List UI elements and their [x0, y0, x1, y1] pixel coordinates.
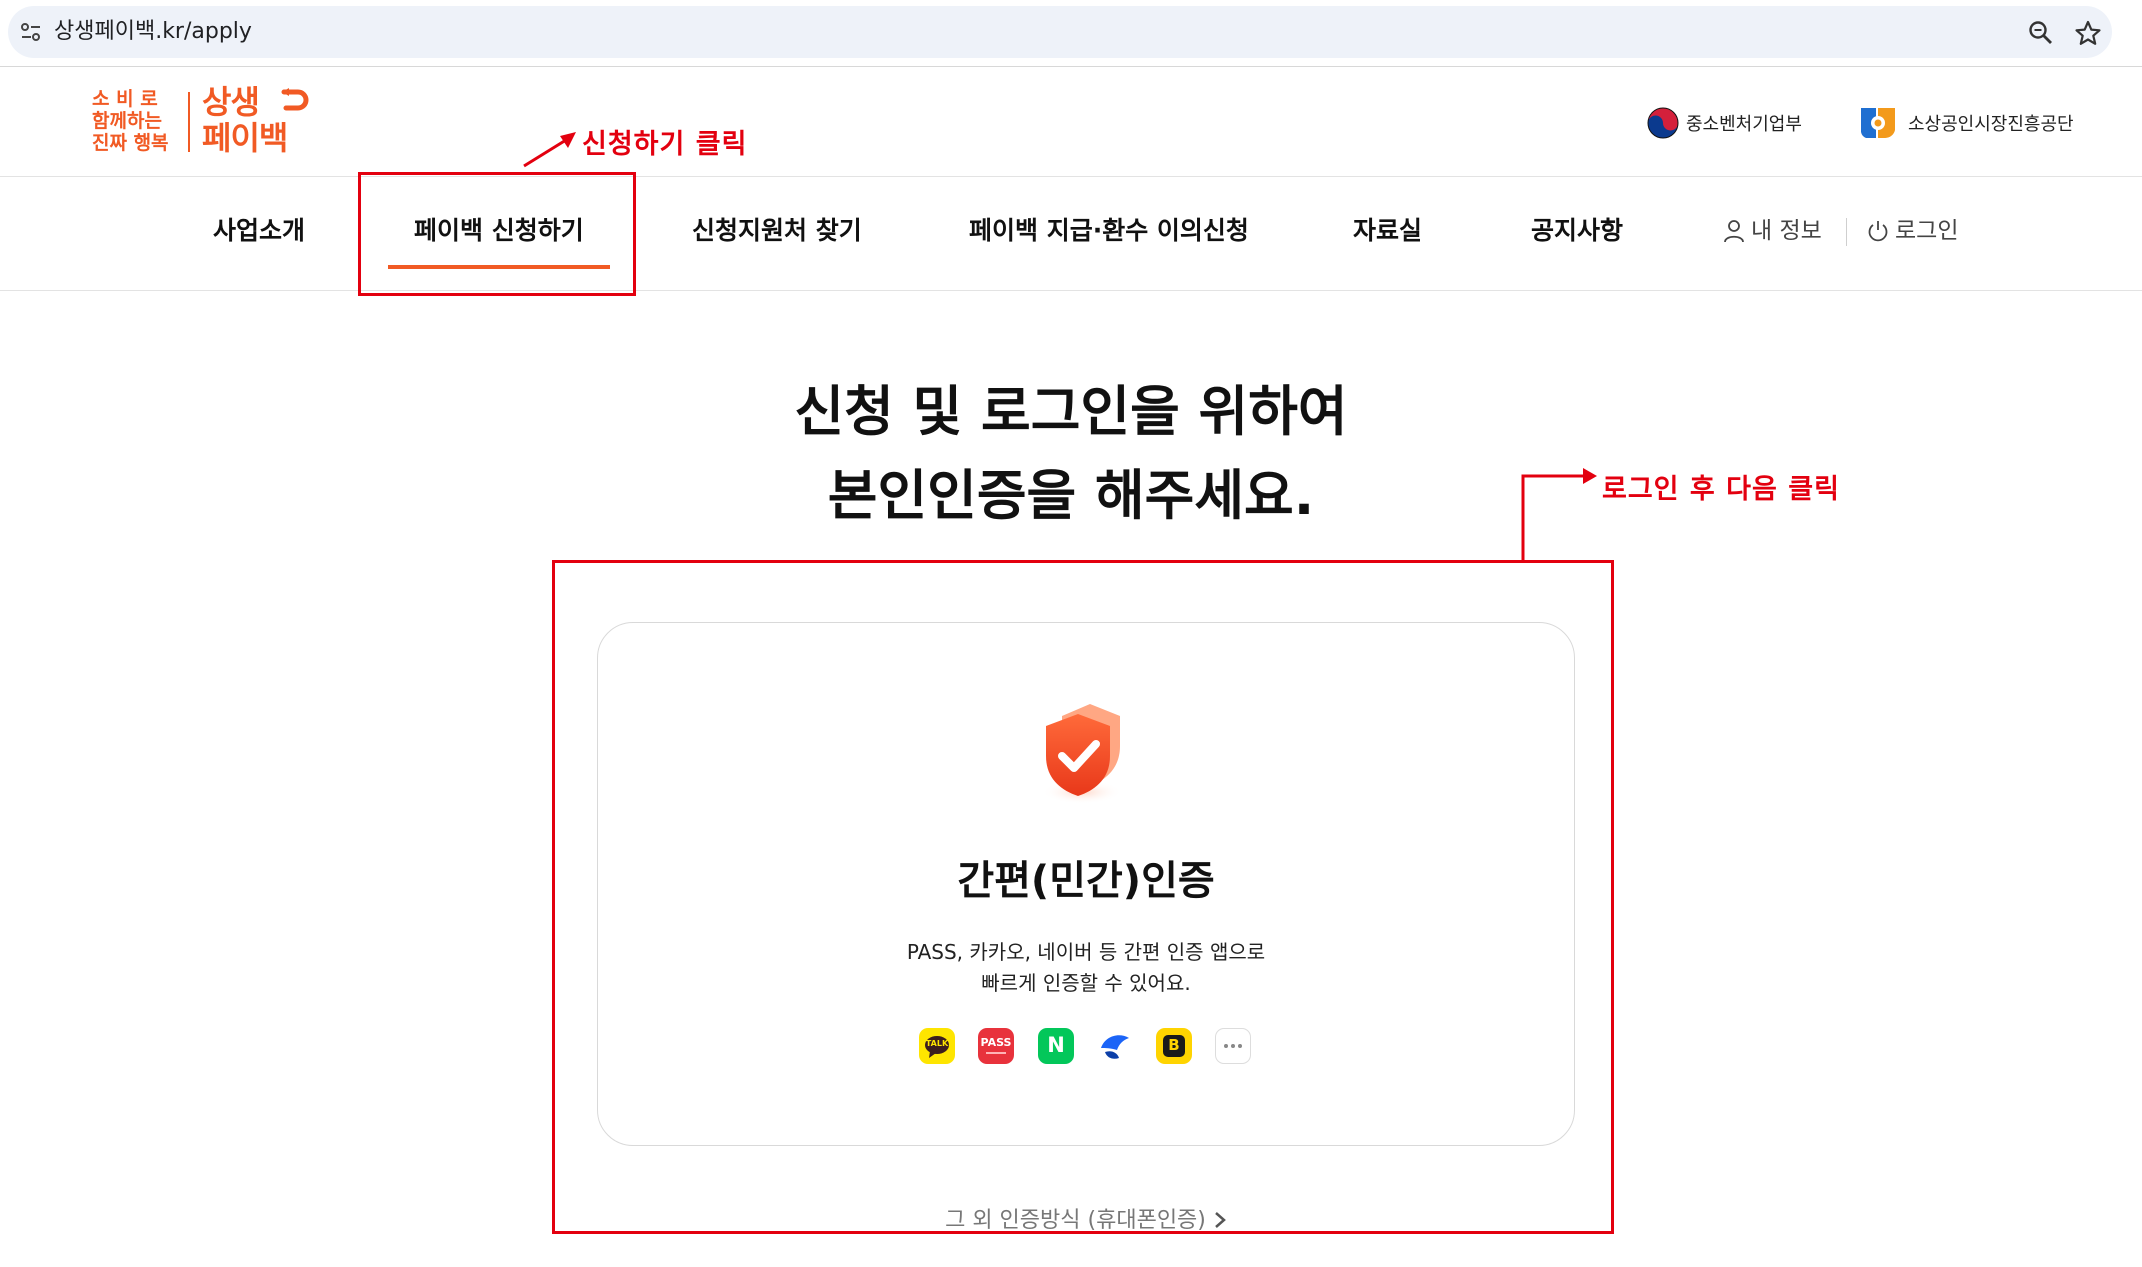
annotation-box-apply	[358, 172, 636, 296]
header-divider	[0, 176, 2142, 177]
url-text[interactable]: 상생페이백.kr/apply	[54, 17, 252, 47]
address-bar[interactable]: 상생페이백.kr/apply	[8, 6, 2112, 58]
taegeuk-emblem-icon	[1647, 107, 1679, 139]
site-info-icon[interactable]	[20, 22, 42, 42]
my-info-label: 내 정보	[1751, 218, 1822, 244]
annotation-click-apply: 신청하기 클릭	[582, 129, 748, 160]
ministry-label: 중소벤처기업부	[1686, 114, 1802, 135]
util-separator	[1846, 218, 1847, 246]
logo-slogan-line: 함께하는	[92, 110, 162, 132]
nav-notices[interactable]: 공지사항	[1531, 214, 1623, 248]
logo-slogan-line: 소 비 로	[92, 88, 158, 110]
login-label: 로그인	[1895, 218, 1959, 244]
nav-find-support-center[interactable]: 신청지원처 찾기	[692, 214, 862, 248]
login-link[interactable]: 로그인	[1867, 216, 1958, 246]
annotation-box-auth	[552, 560, 1614, 1234]
power-icon	[1868, 221, 1888, 242]
agency-label: 소상공인시장진흥공단	[1908, 114, 2074, 135]
browser-divider	[0, 66, 2142, 67]
nav-archive[interactable]: 자료실	[1353, 214, 1422, 248]
logo-brand-line: 페이백	[202, 119, 288, 157]
nav-objection[interactable]: 페이백 지급·환수 이의신청	[969, 214, 1249, 248]
annotation-login-next: 로그인 후 다음 클릭	[1602, 474, 1840, 505]
my-info-link[interactable]: 내 정보	[1723, 216, 1822, 246]
logo-divider	[188, 92, 190, 152]
agency-emblem-icon	[1861, 108, 1895, 139]
nav-divider	[0, 290, 2142, 291]
page-heading-line1: 신청 및 로그인을 위하여	[794, 380, 1348, 443]
logo-arrow-icon	[281, 88, 309, 111]
logo-slogan-line: 진짜 행복	[92, 132, 169, 154]
logo-slogan: 소 비 로 함께하는 진짜 행복	[92, 88, 176, 154]
nav-business-intro[interactable]: 사업소개	[213, 214, 305, 248]
bookmark-star-icon[interactable]	[2074, 19, 2102, 47]
user-icon	[1724, 220, 1744, 243]
zoom-icon[interactable]	[2028, 20, 2054, 46]
site-logo[interactable]: 소 비 로 함께하는 진짜 행복 상생 페이백	[92, 84, 309, 158]
